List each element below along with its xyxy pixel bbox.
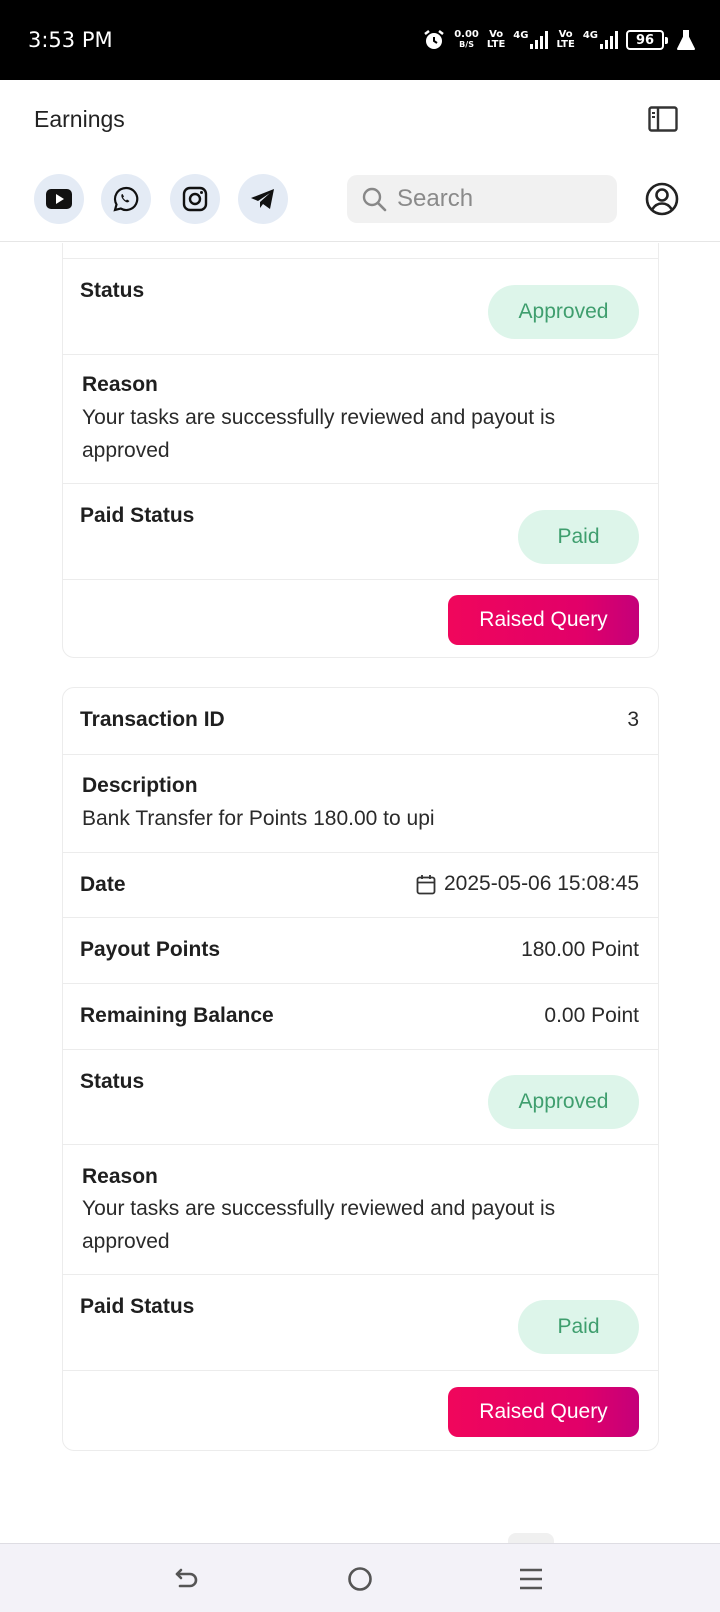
flask-icon: [677, 30, 695, 50]
paid-badge: Paid: [518, 1300, 639, 1354]
status-label: Status: [80, 279, 145, 302]
youtube-icon: [46, 189, 72, 209]
paid-status-label: Paid Status: [80, 504, 195, 527]
transaction-card: Transaction ID 3 Description Bank Transf…: [62, 687, 659, 1451]
signal-icon: 4G: [513, 31, 549, 49]
reason-row: Reason Your tasks are successfully revie…: [63, 1144, 658, 1274]
payout-value: 180.00 Point: [521, 938, 639, 961]
status-badge: Approved: [488, 285, 639, 339]
reason-label: Reason: [82, 1165, 158, 1188]
reason-label: Reason: [82, 373, 158, 396]
instagram-button[interactable]: [170, 174, 220, 224]
alarm-icon: [424, 30, 444, 49]
volte-badge: Vo LTE: [486, 29, 506, 50]
youtube-button[interactable]: [34, 174, 84, 224]
menu-button[interactable]: [514, 1562, 548, 1596]
remaining-balance-label: Remaining Balance: [80, 1004, 274, 1027]
date-row: Date 2025-05-06 15:08:45: [63, 852, 658, 917]
sidebar-toggle-icon[interactable]: [648, 106, 678, 132]
home-button[interactable]: [343, 1562, 377, 1596]
reason-row: Reason Your tasks are successfully revie…: [63, 354, 658, 483]
remaining-balance-row: Remaining Balance 0.00 Point: [63, 983, 658, 1049]
payout-row: Payout Points 180.00 Point: [63, 917, 658, 983]
clock: 3:53 PM: [28, 28, 113, 52]
raised-query-button[interactable]: Raised Query: [448, 1387, 639, 1437]
action-row: Raised Query: [63, 1370, 658, 1452]
transaction-id-value: 3: [627, 708, 639, 731]
search-bar[interactable]: [347, 175, 617, 223]
date-value: 2025-05-06 15:08:45: [416, 872, 639, 896]
app-header: Earnings: [0, 80, 720, 242]
system-nav-bar: [0, 1543, 720, 1612]
status-icons: 0.00 B/S Vo LTE 4G Vo LTE 4G 96: [422, 24, 696, 56]
transaction-list[interactable]: Status Approved Reason Your tasks are su…: [0, 243, 720, 1543]
description-text: Bank Transfer for Points 180.00 to upi: [82, 807, 435, 830]
status-row: Status Approved: [63, 258, 658, 354]
paid-status-label: Paid Status: [80, 1295, 195, 1318]
whatsapp-button[interactable]: [101, 174, 151, 224]
telegram-icon: [251, 189, 274, 209]
signal-icon-2: 4G: [583, 31, 618, 49]
search-input[interactable]: [397, 185, 597, 213]
search-icon: [362, 187, 387, 212]
transaction-id-label: Transaction ID: [80, 708, 225, 731]
reason-text: Your tasks are successfully reviewed and…: [82, 406, 556, 462]
paid-status-row: Paid Status Paid: [63, 1274, 658, 1370]
status-label: Status: [80, 1070, 145, 1093]
status-bar: 3:53 PM 0.00 B/S Vo LTE 4G Vo LTE 4G 96: [0, 0, 720, 80]
action-row: Raised Query: [63, 579, 658, 659]
home-icon: [348, 1567, 372, 1591]
page-title: Earnings: [34, 106, 125, 132]
status-row: Status Approved: [63, 1049, 658, 1144]
instagram-icon: [182, 186, 208, 212]
paid-status-row: Paid Status Paid: [63, 483, 658, 579]
date-label: Date: [80, 873, 126, 896]
scroll-hint: [508, 1533, 554, 1543]
telegram-button[interactable]: [238, 174, 288, 224]
back-button[interactable]: [170, 1562, 204, 1596]
menu-icon: [520, 1568, 542, 1590]
paid-badge: Paid: [518, 510, 639, 564]
raised-query-button[interactable]: Raised Query: [448, 595, 639, 645]
reason-text: Your tasks are successfully reviewed and…: [82, 1197, 556, 1253]
volte-badge-2: Vo LTE: [556, 29, 575, 50]
description-label: Description: [82, 774, 198, 797]
transaction-card: Status Approved Reason Your tasks are su…: [62, 243, 659, 658]
card-row-hidden: [63, 243, 658, 258]
description-row: Description Bank Transfer for Points 180…: [63, 754, 658, 852]
status-badge: Approved: [488, 1075, 639, 1129]
calendar-icon: [416, 874, 436, 894]
back-icon: [175, 1568, 198, 1588]
remaining-balance-value: 0.00 Point: [544, 1004, 639, 1027]
net-speed: 0.00 B/S: [454, 29, 479, 50]
payout-label: Payout Points: [80, 938, 221, 961]
profile-icon[interactable]: [645, 182, 679, 216]
date-text: 2025-05-06 15:08:45: [444, 872, 639, 895]
whatsapp-icon: [113, 186, 139, 212]
transaction-id-row: Transaction ID 3: [63, 688, 658, 754]
battery-icon: 96: [626, 30, 668, 50]
